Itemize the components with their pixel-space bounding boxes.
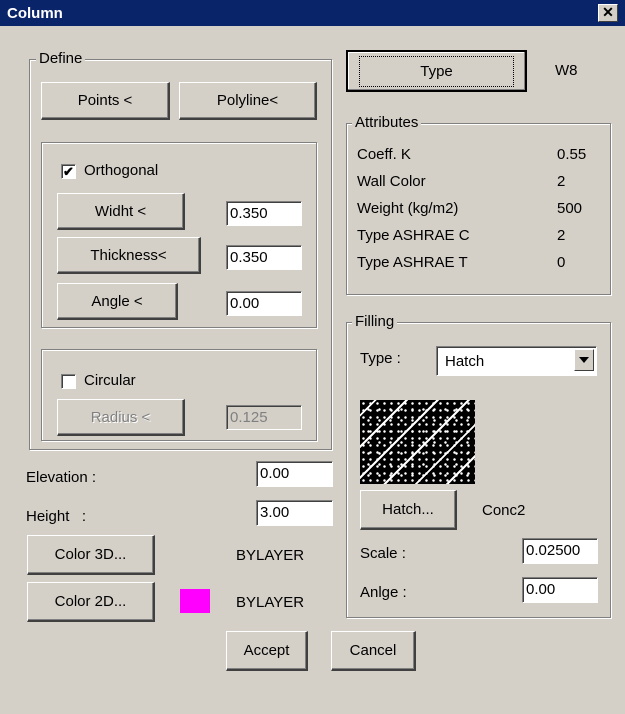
- attr-ashrae-c-value: 2: [557, 227, 566, 244]
- color-2d-value: BYLAYER: [236, 594, 305, 611]
- title-bar: Column ✕: [0, 0, 625, 26]
- color-2d-button[interactable]: Color 2D...: [27, 582, 155, 622]
- width-field[interactable]: 0.350: [226, 201, 302, 226]
- attr-wall-color-value: 2: [557, 173, 566, 190]
- hatch-button[interactable]: Hatch...: [360, 490, 457, 530]
- points-button[interactable]: Points <: [41, 82, 170, 120]
- elevation-field[interactable]: 0.00: [256, 461, 333, 487]
- radius-field: 0.125: [226, 405, 302, 430]
- cancel-button[interactable]: Cancel: [331, 631, 416, 671]
- radius-button: Radius <: [57, 399, 185, 436]
- check-icon: ✔: [63, 164, 74, 179]
- attr-weight-value: 500: [557, 200, 583, 217]
- width-button[interactable]: Widht <: [57, 193, 185, 230]
- scale-label: Scale :: [360, 545, 406, 562]
- circular-checkbox[interactable]: [61, 374, 76, 389]
- type-button-label: Type: [359, 55, 514, 87]
- filling-angle-label: Anlge :: [360, 584, 407, 601]
- attr-weight-label: Weight (kg/m2): [357, 200, 459, 217]
- filling-type-label: Type :: [360, 350, 401, 367]
- attr-ashrae-c-label: Type ASHRAE C: [357, 227, 470, 244]
- color-3d-button[interactable]: Color 3D...: [27, 535, 155, 575]
- close-button[interactable]: ✕: [598, 4, 618, 22]
- type-button[interactable]: Type: [346, 50, 527, 92]
- elevation-label: Elevation :: [26, 469, 97, 486]
- polyline-button[interactable]: Polyline<: [179, 82, 317, 120]
- window-title: Column: [7, 5, 63, 22]
- attributes-group-title: Attributes: [352, 114, 422, 131]
- chevron-down-icon: [579, 357, 589, 363]
- hatch-name: Conc2: [482, 502, 526, 519]
- height-field[interactable]: 3.00: [256, 500, 333, 526]
- orthogonal-checkbox[interactable]: ✔: [61, 164, 76, 179]
- attr-coeff-label: Coeff. K: [357, 146, 411, 163]
- circular-label: Circular: [84, 372, 136, 389]
- close-icon: ✕: [602, 4, 614, 20]
- color-2d-swatch: [180, 589, 210, 613]
- type-value: W8: [555, 62, 578, 79]
- color-3d-value: BYLAYER: [236, 547, 305, 564]
- attr-wall-color-label: Wall Color: [357, 173, 426, 190]
- angle-field[interactable]: 0.00: [226, 291, 302, 316]
- thickness-button[interactable]: Thickness<: [57, 237, 201, 274]
- define-group-title: Define: [36, 50, 86, 67]
- attr-ashrae-t-value: 0: [557, 254, 566, 271]
- filling-type-select[interactable]: Hatch: [436, 346, 597, 376]
- attr-coeff-value: 0.55: [557, 146, 587, 163]
- filling-angle-field[interactable]: 0.00: [522, 577, 598, 603]
- angle-button[interactable]: Angle <: [57, 283, 178, 320]
- accept-button[interactable]: Accept: [226, 631, 308, 671]
- scale-field[interactable]: 0.02500: [522, 538, 598, 564]
- hatch-preview: [360, 400, 475, 484]
- dropdown-arrow[interactable]: [574, 349, 594, 371]
- orthogonal-label: Orthogonal: [84, 162, 159, 179]
- filling-type-selected: Hatch: [445, 353, 485, 370]
- height-label: Height :: [26, 508, 87, 525]
- filling-group-title: Filling: [352, 313, 398, 330]
- thickness-field[interactable]: 0.350: [226, 245, 302, 270]
- attr-ashrae-t-label: Type ASHRAE T: [357, 254, 468, 271]
